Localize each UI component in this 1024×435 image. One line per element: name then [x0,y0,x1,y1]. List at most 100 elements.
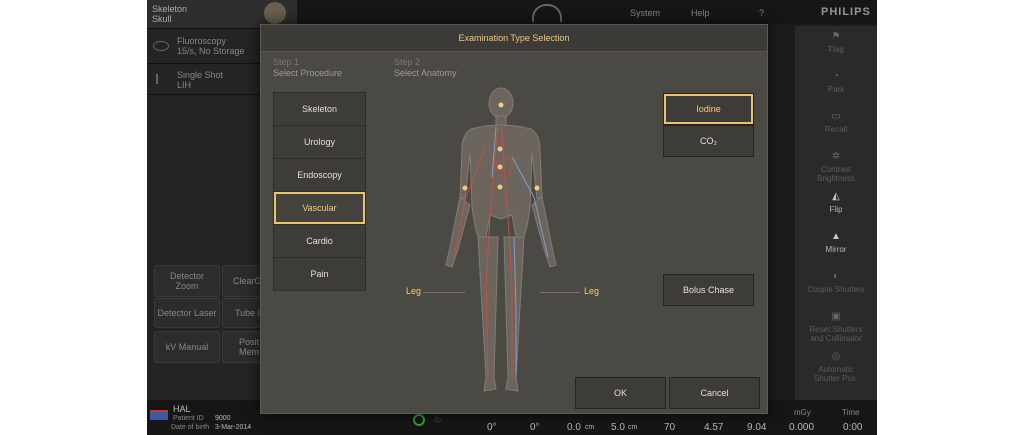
head-anatomy-point [498,102,504,108]
flag-button[interactable]: ⚑ Flag [795,31,877,55]
cancel-button[interactable]: Cancel [669,377,760,409]
reset-shutters-button[interactable]: ▣ Reset Shutters and Collimator [795,311,877,344]
distance-2: 5.0 [611,422,625,433]
dose-value: 0.000 [789,422,815,433]
step-1-label: Step 1 [273,57,300,67]
detector-laser-label: Detector Laser [157,308,217,318]
eye-icon [153,41,169,51]
power-icon [413,414,425,426]
neck-anatomy-point [497,146,503,152]
philips-logo: PHILIPS [821,6,871,18]
left-arm-shape [445,196,471,268]
system-menu[interactable]: System [630,8,660,18]
leg-right-label[interactable]: Leg [584,286,599,296]
dialog-title: Examination Type Selection [261,25,767,52]
single-shot-setting: LIH [177,80,192,90]
ma-value: 4.57 [704,422,724,433]
single-shot-icon [156,74,164,84]
distance-1-unit: cm [585,424,595,431]
automatic-shutter-button[interactable]: ◎ Automatic Shutter Pos. [795,351,877,384]
flag-logo-icon [150,410,168,420]
shutter-pos-label: Shutter Pos. [813,374,859,383]
detector-zoom-button[interactable]: Detector Zoom [154,265,220,297]
procedure-endoscopy[interactable]: Endoscopy [274,159,365,192]
mirror-label: Mirror [825,245,847,254]
examination-type-dialog: Examination Type Selection Step 1 Select… [260,24,768,414]
leg-right-line [540,292,580,293]
agent-iodine-button[interactable]: Iodine [663,93,754,125]
fluoroscopy-setting: 15/s, No Storage [177,46,245,56]
flip-button[interactable]: ◭ Flip [795,191,877,215]
contrast-icon: ✲ [831,151,841,162]
step-2-title: Select Anatomy [394,68,457,78]
patient-name: HAL [173,404,191,414]
help-menu[interactable]: Help [691,8,710,18]
detector-zoom-label-2: Zoom [175,281,199,291]
contrast-label: Contrast [820,165,852,174]
protocol-name: Skeleton [152,4,188,14]
right-arm-shape [531,196,557,268]
step-1-title: Select Procedure [273,68,343,78]
bolus-chase-button[interactable]: Bolus Chase [663,274,754,306]
reset-collimator-label: and Collimator [810,334,862,343]
contrast-brightness-button[interactable]: ✲ Contrast Brightness [795,151,877,184]
mirror-button[interactable]: ▲ Mirror [795,231,877,255]
left-arm-anatomy-point [462,185,468,191]
ok-button[interactable]: OK [575,377,666,409]
flag-label: Flag [828,45,844,54]
procedure-list: Skeleton Urology Endoscopy Vascular Card… [273,92,366,291]
time-value: 0:00 [843,422,863,433]
angle-2: 0° [530,422,540,433]
flag-icon: ⚑ [831,31,841,42]
leg-left-label[interactable]: Leg [406,286,421,296]
single-shot-label: Single Shot [177,70,224,80]
kv-value: 70 [664,422,676,433]
park-label: Park [827,85,845,94]
couple-shutters-button[interactable]: ◐ Couple Shutters [795,271,877,295]
angle-1: 0° [487,422,497,433]
recall-label: Recall [824,125,848,134]
shutter-icon: ◐ [832,271,840,282]
dob-value: 3-Mar-2014 [215,424,252,431]
patient-id: 9000 [215,415,231,422]
automatic-label: Automatic [818,365,854,374]
right-panel: ⚑ Flag ◔ Park ▭ Recall ✲ Contrast Bright… [795,26,877,400]
top-bar: System Help ? PHILIPS [297,0,877,24]
procedure-pain[interactable]: Pain [274,258,365,290]
step-2-label: Step 2 [394,57,421,67]
mirror-icon: ▲ [831,231,841,242]
couple-shutters-label: Couple Shutters [807,285,865,294]
anatomy-figure [416,87,586,407]
skull-thumbnail-icon [264,2,286,24]
agent-co2-button[interactable]: CO₂ [663,125,754,157]
tube-status-icon: ♨ [433,414,442,425]
step-1-heading: Step 1 Select Procedure [273,57,342,79]
auto-shutter-icon: ◎ [831,351,841,362]
reset-icon: ▣ [831,311,841,322]
kv-manual-button[interactable]: kV Manual [154,331,220,363]
time-label: Time [842,408,860,417]
park-button[interactable]: ◔ Park [795,71,877,95]
procedure-urology[interactable]: Urology [274,126,365,159]
protocol-region: Skull [152,14,172,24]
detector-zoom-label: Detector [169,271,204,281]
procedure-cardio[interactable]: Cardio [274,225,365,258]
procedure-skeleton[interactable]: Skeleton [274,93,365,126]
dose-label: mGy [794,408,811,417]
abdomen-anatomy-point [497,184,503,190]
detector-laser-button[interactable]: Detector Laser [154,298,220,328]
park-icon: ◔ [832,71,840,82]
fluoroscopy-label: Fluoroscopy [177,36,227,46]
distance-2-unit: cm [628,424,638,431]
step-2-heading: Step 2 Select Anatomy [394,57,457,79]
procedure-vascular[interactable]: Vascular [274,192,365,225]
recall-button[interactable]: ▭ Recall [795,111,877,135]
flip-icon: ◭ [832,191,840,202]
flip-label: Flip [829,205,843,214]
recall-icon: ▭ [831,111,841,122]
ms-value: 9.04 [747,422,767,433]
kv-manual-label: kV Manual [165,342,209,352]
leg-left-line [423,292,465,293]
rotate-icon [532,4,562,22]
question-button[interactable]: ? [759,8,764,18]
